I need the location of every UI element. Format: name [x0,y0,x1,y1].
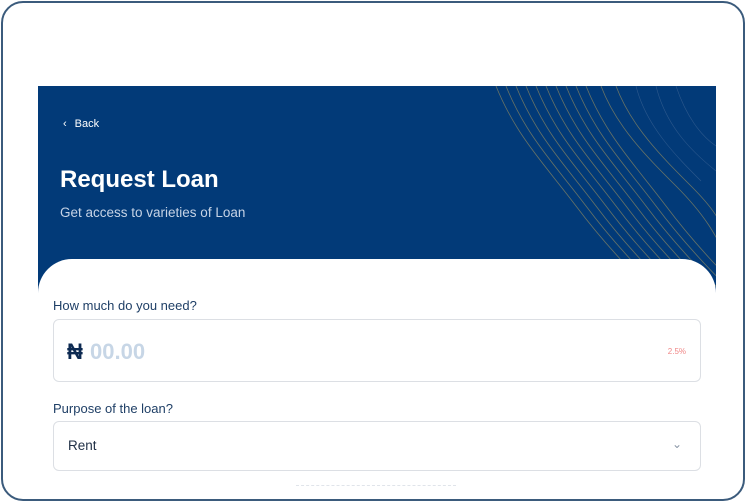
chevron-left-icon: ‹ [63,118,67,130]
amount-label: How much do you need? [53,298,197,313]
loan-form-card: How much do you need? ₦ 00.00 2.5% Purpo… [38,259,716,499]
page-subtitle: Get access to varieties of Loan [60,205,246,220]
back-button[interactable]: ‹ Back [63,118,99,130]
back-label: Back [74,118,100,130]
amount-placeholder: 00.00 [90,339,146,364]
purpose-label: Purpose of the loan? [53,401,173,416]
divider [296,485,456,486]
currency-symbol: ₦ [67,339,83,364]
purpose-select[interactable]: Rent ⌄ [53,421,701,471]
purpose-value: Rent [68,438,97,453]
interest-rate: 2.5% [667,347,686,356]
page-title: Request Loan [60,166,219,193]
amount-input[interactable]: ₦ 00.00 2.5% [53,319,701,382]
device-frame: ‹ Back Request Loan Get access to variet… [1,1,745,501]
chevron-down-icon: ⌄ [671,437,682,451]
